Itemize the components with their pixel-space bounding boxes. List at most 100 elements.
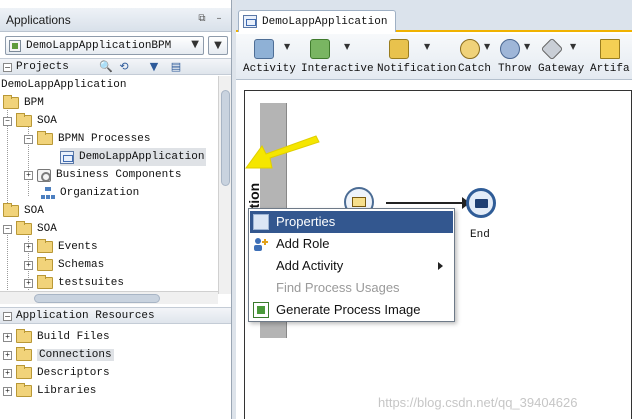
context-menu: Properties Add Role Add Activity Find Pr… [248, 208, 455, 322]
folder-icon [16, 329, 32, 343]
tree-item-label: BPM [24, 97, 44, 109]
collapse-icon[interactable]: − [3, 63, 12, 72]
editor-tab-bar: DemoLappApplication [236, 0, 632, 32]
chevron-down-icon[interactable]: ▼ [424, 42, 430, 51]
palette-gateway[interactable]: ▼ Gateway [538, 36, 590, 78]
applications-panel: Applications ⧉ – DemoLappApplicationBPM … [0, 0, 232, 419]
chevron-down-icon[interactable]: ▼ [344, 42, 350, 51]
palette-catch[interactable]: ▼ Catch [458, 36, 498, 78]
collapse-icon[interactable]: − [24, 134, 33, 144]
components-icon [37, 168, 51, 182]
tree-item-business-components[interactable]: + Business Components [24, 166, 181, 184]
tree-item-label: Business Components [56, 169, 182, 181]
palette-throw[interactable]: ▼ Throw [498, 36, 538, 78]
tree-item-label: Libraries [37, 385, 97, 397]
watermark: https://blog.csdn.net/qq_39404626 [378, 395, 578, 410]
expand-icon[interactable]: + [24, 278, 33, 288]
tree-item-libraries[interactable]: + Libraries [3, 382, 96, 400]
tree-item-label: SOA [37, 115, 57, 127]
palette-label: Interactive [301, 63, 374, 75]
menu-item-label: Properties [276, 214, 336, 229]
chevron-down-icon[interactable]: ▼ [524, 42, 530, 51]
palette-label: Artifa [590, 63, 630, 75]
palette-label: Catch [458, 63, 492, 75]
menu-item-label: Add Activity [276, 258, 344, 273]
application-resources-header[interactable]: − Application Resources [0, 307, 231, 324]
sequence-flow[interactable] [386, 202, 468, 204]
tree-item-bpmn-processes[interactable]: − BPMN Processes [24, 130, 150, 148]
palette-activity[interactable]: ▼ Activity [242, 36, 300, 78]
tree-item-organization[interactable]: Organization [41, 184, 139, 202]
folder-icon [3, 95, 19, 109]
application-resources-label: Application Resources [16, 310, 155, 322]
search-icon[interactable]: 🔍 [98, 60, 114, 74]
restore-icon[interactable]: ⧉ [196, 13, 208, 25]
scrollbar-thumb[interactable] [34, 294, 160, 303]
menu-item-generate-process-image[interactable]: Generate Process Image [250, 299, 453, 321]
expand-icon[interactable]: + [3, 368, 12, 378]
menu-item-label: Find Process Usages [276, 280, 400, 295]
tab-demolappapplication[interactable]: DemoLappApplication [238, 10, 396, 32]
envelope-icon [389, 39, 409, 59]
folder-icon [16, 365, 32, 379]
tree-item-process-selected[interactable]: DemoLappApplication [60, 148, 207, 166]
tree-item-soa[interactable]: − SOA [3, 112, 57, 130]
expand-icon[interactable]: + [24, 260, 33, 270]
process-icon [243, 15, 257, 28]
properties-icon [253, 214, 269, 230]
tree-item-label: Descriptors [37, 367, 110, 379]
menu-item-add-activity[interactable]: Add Activity [250, 255, 453, 277]
expand-icon[interactable]: + [24, 242, 33, 252]
palette-interactive[interactable]: ▼ Interactive [300, 36, 376, 78]
chevron-down-icon[interactable]: ▼ [570, 42, 576, 51]
application-selector[interactable]: DemoLappApplicationBPM ▼ [5, 36, 204, 55]
scrollbar-thumb[interactable] [221, 90, 230, 186]
tree-item-events[interactable]: + Events [24, 238, 98, 256]
minimize-icon[interactable]: – [213, 13, 225, 25]
expand-icon[interactable]: + [3, 332, 12, 342]
tree-item-soa-project[interactable]: SOA [3, 202, 44, 220]
expand-icon[interactable]: + [3, 386, 12, 396]
projects-section-header[interactable]: − Projects 🔍 ⟲ ▼ ▤ [0, 58, 231, 75]
tree-item-schemas[interactable]: + Schemas [24, 256, 104, 274]
palette-notification[interactable]: ▼ Notification [376, 36, 458, 78]
menu-item-find-process-usages: Find Process Usages [250, 277, 453, 299]
add-role-icon [253, 236, 269, 252]
application-menu-button[interactable]: ▼ [208, 36, 228, 55]
menu-item-properties[interactable]: Properties [250, 211, 453, 233]
menu-item-add-role[interactable]: Add Role [250, 233, 453, 255]
project-tree-horizontal-scrollbar[interactable] [0, 291, 218, 304]
expand-icon[interactable]: + [24, 170, 33, 180]
collapse-icon[interactable]: − [3, 116, 12, 126]
organization-icon [41, 186, 55, 200]
expand-icon[interactable]: + [3, 350, 12, 360]
chevron-down-icon[interactable]: ▼ [484, 42, 490, 51]
user-task-icon [310, 39, 330, 59]
chevron-down-icon: ▼ [191, 39, 199, 50]
tree-item-label: DemoLappApplication [79, 151, 205, 163]
chevron-down-icon[interactable]: ▼ [284, 42, 290, 51]
tree-item-build-files[interactable]: + Build Files [3, 328, 110, 346]
tree-item-connections[interactable]: + Connections [3, 346, 114, 364]
collapse-icon[interactable]: − [3, 312, 12, 321]
filter-icon[interactable]: ▼ [146, 60, 162, 74]
tree-item-bpm[interactable]: BPM [3, 94, 44, 112]
tree-item-application[interactable]: DemoLappApplication [1, 76, 126, 94]
tree-item-label: BPMN Processes [58, 133, 151, 145]
applications-panel-title: Applications [6, 13, 71, 27]
tree-item-label: testsuites [58, 277, 125, 289]
process-icon [60, 150, 74, 164]
sync-icon[interactable]: ⟲ [116, 60, 132, 74]
palette-artifact[interactable]: Artifa [590, 36, 632, 78]
annotation-arrow-shape [245, 135, 320, 169]
tree-item-soa-folder[interactable]: − SOA [3, 220, 57, 238]
folder-icon [37, 257, 53, 271]
layout-icon[interactable]: ▤ [168, 60, 184, 74]
tree-item-descriptors[interactable]: + Descriptors [3, 364, 110, 382]
tree-item-testsuites[interactable]: + testsuites [24, 274, 124, 290]
collapse-icon[interactable]: − [3, 224, 12, 234]
message-end-event[interactable] [466, 188, 496, 218]
applications-panel-header: Applications ⧉ – [0, 8, 231, 32]
projects-section-label: Projects [16, 61, 69, 73]
project-tree-vertical-scrollbar[interactable] [218, 76, 231, 294]
